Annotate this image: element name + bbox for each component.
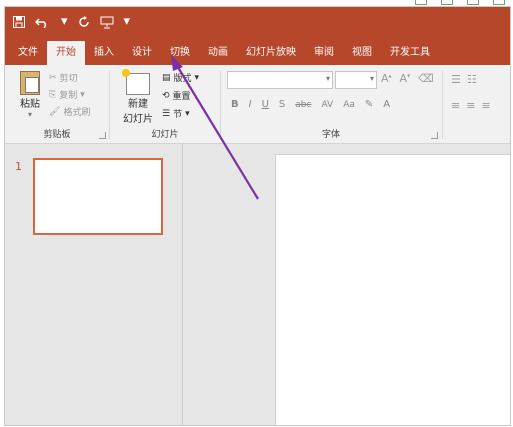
chevron-down-icon: ▾: [185, 108, 190, 119]
clipboard-group: 粘贴 ▾ ✂ 剪切 ⎘ 复制 ▾ 🖌 格式刷 剪贴板: [5, 65, 109, 143]
highlight-icon[interactable]: ✎: [365, 99, 373, 110]
bullets-icon[interactable]: ☰: [451, 73, 461, 86]
undo-icon[interactable]: [35, 16, 51, 28]
paragraph-group: ☰ ☷ ≡ ≡ ≡: [445, 65, 510, 143]
font-launcher-icon[interactable]: [431, 132, 438, 139]
layout-button[interactable]: ▤ 版式 ▾: [162, 71, 200, 85]
ribbon: 粘贴 ▾ ✂ 剪切 ⎘ 复制 ▾ 🖌 格式刷 剪贴板 新建 幻灯片 ▤ 版式 ▾…: [5, 65, 510, 144]
align-center-icon[interactable]: ≡: [466, 99, 475, 112]
tab-view[interactable]: 视图: [343, 41, 381, 65]
font-color-icon[interactable]: A: [383, 99, 390, 110]
cut-button[interactable]: ✂ 剪切: [49, 71, 78, 85]
align-left-icon[interactable]: ≡: [451, 99, 460, 112]
save-icon[interactable]: [13, 16, 25, 28]
italic-button[interactable]: I: [249, 99, 252, 110]
slide-number: 1: [15, 160, 22, 173]
font-name-combobox[interactable]: ▾: [227, 71, 333, 89]
clear-format-icon[interactable]: ⌫: [418, 72, 434, 85]
new-slide-icon: [122, 69, 150, 95]
reset-icon: ⟲: [162, 90, 170, 101]
bold-button[interactable]: B: [231, 99, 239, 110]
paste-button[interactable]: 粘贴 ▾: [13, 71, 47, 119]
section-button[interactable]: ☰ 节 ▾: [162, 107, 190, 121]
align-row: ≡ ≡ ≡: [451, 99, 491, 112]
section-icon: ☰: [162, 108, 171, 119]
font-format-row: B I U S abc AV Aa ✎ A: [231, 99, 390, 110]
paste-icon: [20, 71, 40, 95]
copy-icon: ⎘: [49, 89, 57, 100]
numbering-icon[interactable]: ☷: [467, 73, 477, 86]
list-row: ☰ ☷: [451, 73, 477, 86]
slide-editor: [183, 144, 510, 425]
grow-font-icon[interactable]: A▴: [381, 72, 392, 85]
slide-thumbnail-pane: 1: [5, 144, 183, 425]
shadow-button[interactable]: S: [279, 99, 285, 110]
title-bar: ▾ ▾: [5, 7, 510, 37]
chevron-down-icon: ▾: [27, 110, 32, 119]
tab-slideshow[interactable]: 幻灯片放映: [237, 41, 305, 65]
chevron-down-icon: ▾: [194, 72, 200, 83]
new-slide-button[interactable]: 新建 幻灯片: [116, 69, 160, 125]
clipboard-group-label: 剪贴板: [43, 130, 71, 140]
tab-file[interactable]: 文件: [9, 41, 47, 65]
tab-developer[interactable]: 开发工具: [381, 41, 439, 65]
slides-group-label: 幻灯片: [151, 130, 179, 140]
powerpoint-window: ▾ ▾ 文件 开始 插入 设计 切换 动画 幻灯片放映 审阅 视图 开发工具 粘…: [4, 6, 511, 426]
tile-icon[interactable]: [493, 0, 505, 5]
tab-transitions[interactable]: 切换: [161, 41, 199, 65]
tile-icon[interactable]: [467, 0, 479, 5]
tile-icon[interactable]: [415, 0, 427, 5]
tab-design[interactable]: 设计: [123, 41, 161, 65]
tile-icon[interactable]: [441, 0, 453, 5]
quick-access-toolbar: ▾ ▾: [13, 13, 130, 31]
brush-icon: 🖌: [49, 106, 61, 117]
tab-home[interactable]: 开始: [47, 41, 85, 65]
chevron-down-icon: ▾: [80, 89, 85, 100]
char-spacing-button[interactable]: AV: [321, 100, 333, 110]
underline-button[interactable]: U: [262, 99, 269, 110]
undo-dropdown[interactable]: ▾: [61, 13, 68, 31]
ribbon-tabs: 文件 开始 插入 设计 切换 动画 幻灯片放映 审阅 视图 开发工具: [5, 37, 510, 65]
customize-qat[interactable]: ▾: [124, 13, 131, 31]
align-right-icon[interactable]: ≡: [481, 99, 490, 112]
redo-icon[interactable]: [78, 16, 90, 28]
chevron-down-icon: ▾: [369, 74, 374, 83]
reset-button[interactable]: ⟲ 重置: [162, 89, 191, 103]
font-size-combobox[interactable]: ▾: [335, 71, 377, 89]
chevron-down-icon: ▾: [325, 74, 330, 83]
tab-review[interactable]: 审阅: [305, 41, 343, 65]
divider: [442, 71, 443, 139]
layout-icon: ▤: [162, 72, 171, 83]
scissors-icon: ✂: [49, 72, 57, 83]
format-painter-button[interactable]: 🖌 格式刷: [49, 105, 90, 119]
slide-canvas[interactable]: [275, 154, 510, 425]
clipboard-launcher-icon[interactable]: [99, 132, 106, 139]
font-group-label: 字体: [321, 130, 340, 140]
slide-thumbnail[interactable]: [33, 158, 163, 235]
shrink-font-icon[interactable]: A▾: [400, 72, 411, 85]
font-group: ▾ ▾ A▴ A▾ ⌫ B I U S abc AV Aa ✎ A 字体: [221, 65, 441, 143]
change-case-button[interactable]: Aa: [343, 100, 355, 110]
tab-animations[interactable]: 动画: [199, 41, 237, 65]
strikethrough-button[interactable]: abc: [295, 100, 311, 110]
present-icon[interactable]: [100, 15, 114, 29]
copy-button[interactable]: ⎘ 复制 ▾: [49, 88, 85, 102]
tab-insert[interactable]: 插入: [85, 41, 123, 65]
font-size-adjust: A▴ A▾ ⌫: [381, 72, 434, 85]
slides-group: 新建 幻灯片 ▤ 版式 ▾ ⟲ 重置 ☰ 节 ▾ 幻灯片: [110, 65, 220, 143]
